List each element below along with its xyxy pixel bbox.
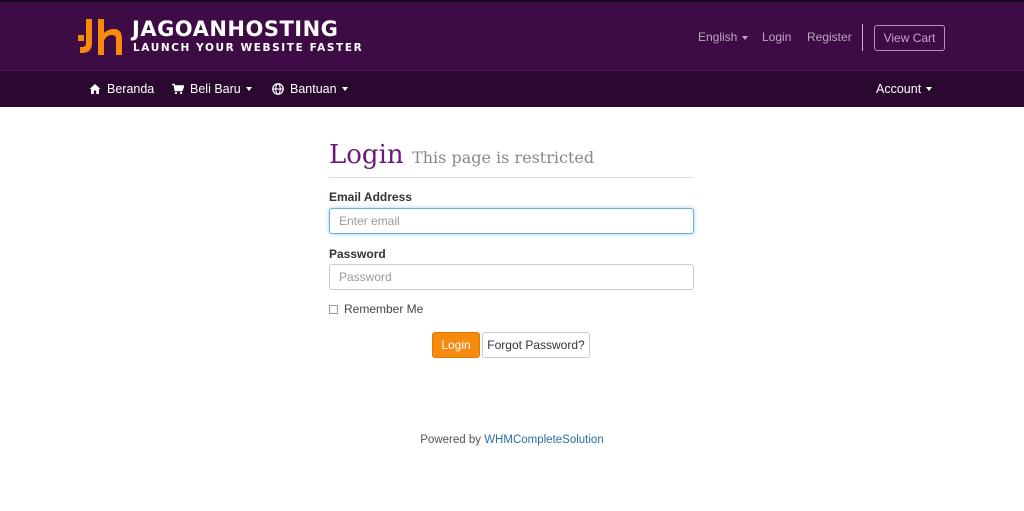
nav-account-label: Account <box>876 82 922 96</box>
password-field[interactable] <box>329 264 694 290</box>
globe-icon <box>272 83 284 95</box>
email-label: Email Address <box>329 190 412 204</box>
footer: Powered by WHMCompleteSolution <box>0 434 1024 446</box>
brand-tagline: LAUNCH YOUR WEBSITE FASTER <box>133 42 364 54</box>
nav-item-beranda[interactable]: Beranda <box>89 82 154 96</box>
login-button[interactable]: Login <box>432 332 480 358</box>
remember-me-label[interactable]: Remember Me <box>344 302 423 316</box>
view-cart-button[interactable]: View Cart <box>874 25 945 51</box>
cart-icon <box>172 83 184 95</box>
email-field[interactable] <box>329 208 694 234</box>
nav-item-label: Beranda <box>107 82 155 96</box>
header-divider <box>862 24 863 51</box>
site-header: JAGOANHOSTING LAUNCH YOUR WEBSITE FASTER… <box>0 0 1024 70</box>
whmcs-link[interactable]: WHMCompleteSolution <box>484 434 604 446</box>
jh-logo-icon[interactable] <box>78 17 126 57</box>
page-subtitle: This page is restricted <box>412 148 595 167</box>
language-label: English <box>698 30 738 44</box>
nav-account-dropdown[interactable]: Account <box>876 82 933 96</box>
forgot-password-button[interactable]: Forgot Password? <box>482 332 590 358</box>
top-login-link[interactable]: Login <box>762 30 791 44</box>
password-label: Password <box>329 247 386 261</box>
nav-item-label: Bantuan <box>290 82 337 96</box>
powered-by-text: Powered by <box>420 434 481 446</box>
brand-name[interactable]: JAGOANHOSTING <box>132 17 338 41</box>
home-icon <box>89 84 101 94</box>
chevron-down-icon <box>742 35 749 40</box>
page-title: Login <box>329 140 404 170</box>
chevron-down-icon <box>926 87 933 91</box>
chevron-down-icon <box>245 87 252 91</box>
chevron-down-icon <box>341 87 348 91</box>
nav-item-bantuan[interactable]: Bantuan <box>272 82 348 96</box>
language-dropdown[interactable]: English <box>698 30 749 44</box>
nav-item-label: Beli Baru <box>190 82 241 96</box>
top-register-link[interactable]: Register <box>807 30 852 44</box>
login-heading: Login This page is restricted <box>329 140 694 178</box>
remember-me: Remember Me <box>329 302 423 316</box>
main-navbar: Beranda Beli Baru Bantuan Account <box>0 70 1024 107</box>
remember-me-checkbox[interactable] <box>329 304 338 314</box>
nav-item-beli-baru[interactable]: Beli Baru <box>172 82 252 96</box>
